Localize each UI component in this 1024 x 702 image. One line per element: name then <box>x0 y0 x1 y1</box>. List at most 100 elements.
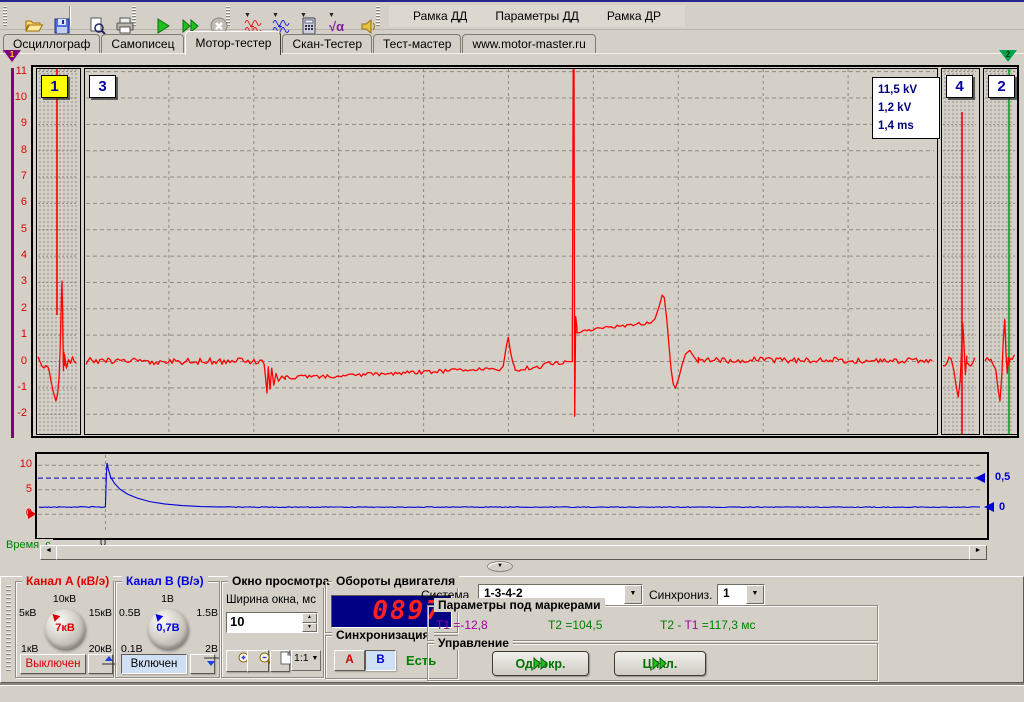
toolbar-grip[interactable] <box>3 6 7 26</box>
menu-bar: Рамка ДДПараметры ДДРамка ДР <box>389 5 685 27</box>
scope-y-tick: 9 <box>1 117 27 129</box>
overview-threshold-label: 0,5 <box>995 471 1010 483</box>
bottom-divider <box>0 683 1024 685</box>
marker-value-part: T1 <box>684 618 701 632</box>
toolbar: ▼▼▼√α▼Рамка ДДПараметры ДДРамка ДР <box>0 2 1024 30</box>
tab-мотор-тестер[interactable]: Мотор-тестер <box>185 31 281 55</box>
scope-y-tick: -2 <box>1 407 27 419</box>
overview-y-tick: 5 <box>14 483 32 495</box>
calculator-button[interactable]: ▼ <box>289 3 317 29</box>
scope-plot-area[interactable]: 134211,5 kV1,2 kV1,4 ms <box>31 65 1019 438</box>
knob-scale-label: 1В <box>161 593 174 605</box>
channel-b-knob[interactable]: 0,7В <box>148 609 188 649</box>
new-view-button[interactable] <box>270 650 290 672</box>
sync-a-button[interactable]: А <box>334 650 365 671</box>
view-window-title: Окно просмотра <box>228 574 333 588</box>
cylinder-panel-2[interactable] <box>983 68 1019 435</box>
overview-threshold-arrow-icon[interactable] <box>975 473 985 483</box>
cylinder-badge-1: 1 <box>41 75 68 98</box>
scope-y-tick: 3 <box>1 275 27 287</box>
overview-zero-arrow-icon <box>28 509 36 519</box>
collapse-panel-button[interactable]: ▼ <box>487 561 513 572</box>
trace-position-icon <box>203 655 220 667</box>
measurement-info-box: 11,5 kV1,2 kV1,4 ms <box>872 77 940 139</box>
print-preview-button[interactable] <box>73 3 101 29</box>
channel-b-position-button[interactable] <box>190 654 215 674</box>
channel-a-position-button[interactable] <box>88 654 113 674</box>
panel-grip[interactable] <box>6 585 11 673</box>
run-once-icon <box>533 657 549 670</box>
play-button[interactable] <box>139 3 167 29</box>
measurement-value: 1,2 kV <box>878 99 934 117</box>
knob-scale-label: 0.5В <box>119 607 141 619</box>
single-run-button[interactable]: Однокр. <box>492 651 589 676</box>
sound-button[interactable] <box>345 3 373 29</box>
menu-item[interactable]: Рамка ДД <box>399 7 481 25</box>
spin-down-icon[interactable]: ▼ <box>302 623 317 633</box>
tab-тест-мастер[interactable]: Тест-мастер <box>373 34 461 54</box>
overview-plot-area[interactable] <box>35 452 989 540</box>
scope-y-tick: -1 <box>1 381 27 393</box>
menu-item[interactable]: Параметры ДД <box>481 7 593 25</box>
channel-b-state-button[interactable]: Включен <box>121 654 187 674</box>
sync-num-select[interactable]: 1 ▼ <box>717 584 765 605</box>
marker-params-title: Параметры под маркерами <box>434 598 605 612</box>
tab-скан-тестер[interactable]: Скан-Тестер <box>282 34 372 54</box>
overview-trace-arrow-icon <box>984 502 994 512</box>
overview-canvas[interactable] <box>37 454 983 534</box>
marker-2-flag-icon[interactable]: 2 <box>999 50 1017 62</box>
window-width-label: Ширина окна, мс <box>226 594 316 606</box>
tab-самописец[interactable]: Самописец <box>101 34 184 54</box>
tab-bar: ОсциллографСамописецМотор-тестерСкан-Тес… <box>0 29 1024 54</box>
rpm-title: Обороты двигателя <box>332 574 459 588</box>
marker-1-flag-icon[interactable]: 1 <box>3 50 21 62</box>
measurement-value: 11,5 kV <box>878 81 934 99</box>
knob-scale-label: 5кВ <box>19 607 36 619</box>
channel-a-knob[interactable]: 7кВ <box>45 609 85 649</box>
marker-t2-value: T2 =104,5 <box>548 618 602 632</box>
window-width-spinner[interactable]: 10 ▲▼ <box>226 612 318 633</box>
knob-scale-label: 1.5В <box>196 607 218 619</box>
run-control-group: Управление Однокр. Цикл. <box>427 643 878 681</box>
cylinder-badge-3: 3 <box>89 75 116 98</box>
scope-y-tick: 10 <box>1 91 27 103</box>
scale-ratio-select[interactable]: 1:1 ▼ <box>291 650 321 671</box>
spin-up-icon[interactable]: ▲ <box>302 613 317 623</box>
tab-www.motor-master.ru[interactable]: www.motor-master.ru <box>462 34 595 54</box>
dropdown-arrow-icon[interactable]: ▼ <box>624 585 642 604</box>
open-button[interactable] <box>10 3 38 29</box>
overview-y-tick: 10 <box>14 458 32 470</box>
channel-b-group: Канал B (В/э) 1В0.5В1.5В0.1В2В 0,7В Вклю… <box>115 581 220 678</box>
marker-delta-value: T2 - T1 =117,3 мс <box>660 618 756 632</box>
app-window: ▼▼▼√α▼Рамка ДДПараметры ДДРамка ДР Осцил… <box>0 0 1024 702</box>
cylinder-badge-2: 2 <box>988 75 1015 98</box>
zoom-out-button[interactable] <box>247 650 269 672</box>
scrollbar-thumb[interactable] <box>56 545 970 560</box>
scope-y-tick: 6 <box>1 196 27 208</box>
dropdown-arrow-icon[interactable]: ▼ <box>746 585 764 604</box>
scrollbar-right-button[interactable]: ► <box>969 545 987 560</box>
zoom-in-button[interactable] <box>226 650 248 672</box>
scope-y-tick: 7 <box>1 170 27 182</box>
scope-y-tick: 2 <box>1 302 27 314</box>
channel-a-state-button[interactable]: Выключен <box>20 654 86 674</box>
run-cycle-icon <box>652 657 668 670</box>
scope-y-tick: 0 <box>1 355 27 367</box>
cylinder-panel-3[interactable] <box>84 68 938 435</box>
formula-button[interactable]: √α▼ <box>317 3 345 29</box>
marker-value-part: T2 - <box>660 618 684 632</box>
wave-red-button[interactable]: ▼ <box>233 3 261 29</box>
marker-value-part: T2 =104,5 <box>548 618 602 632</box>
view-window-group: Окно просмотра Ширина окна, мс 10 ▲▼ 1:1… <box>221 581 324 678</box>
sync-b-button[interactable]: В <box>365 650 396 671</box>
cycle-run-button[interactable]: Цикл. <box>614 651 706 676</box>
wave-blue-button[interactable]: ▼ <box>261 3 289 29</box>
dropdown-arrow-icon[interactable]: ▼ <box>310 651 320 670</box>
cylinder-panel-1[interactable] <box>36 68 81 435</box>
knob-scale-label: 10кВ <box>53 593 76 605</box>
menu-item[interactable]: Рамка ДР <box>593 7 675 25</box>
cylinder-panel-4[interactable] <box>941 68 980 435</box>
overview-zero-label: 0 <box>999 501 1005 513</box>
scrollbar-left-button[interactable]: ◄ <box>40 545 57 560</box>
scope-y-tick: 1 <box>1 328 27 340</box>
